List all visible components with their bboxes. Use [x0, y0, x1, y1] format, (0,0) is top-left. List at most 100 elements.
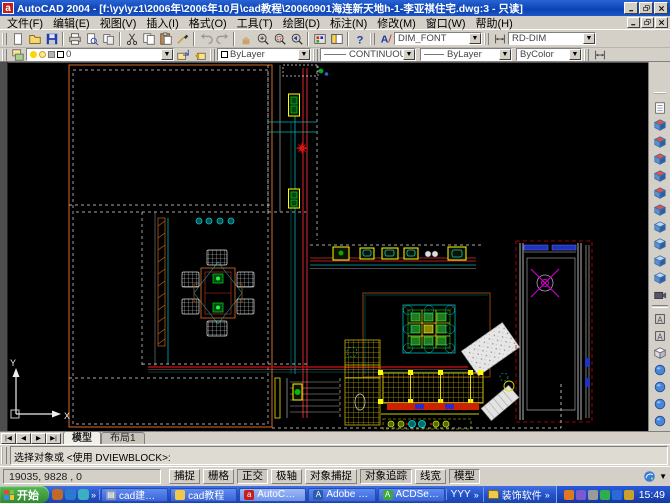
toggle-polar[interactable]: 极轴 [271, 469, 302, 484]
toggle-model[interactable]: 模型 [449, 469, 480, 484]
ql-messenger-icon[interactable] [65, 489, 76, 500]
restore-button[interactable] [639, 2, 653, 14]
tray-1-icon[interactable] [564, 490, 574, 500]
linear-dimension-button[interactable] [591, 47, 608, 63]
yyy-toolbar[interactable]: YYY» [446, 489, 483, 500]
toggle-otrack[interactable]: 对象追踪 [360, 469, 412, 484]
tray-6-icon[interactable] [624, 490, 634, 500]
hidden-button[interactable] [651, 344, 669, 361]
left-view-button[interactable] [651, 150, 669, 167]
open-button[interactable] [26, 31, 43, 47]
menu-item-insert[interactable]: 插入(I) [141, 15, 183, 31]
toolbar-grip[interactable] [654, 92, 666, 96]
se-isometric-button[interactable] [651, 235, 669, 252]
menu-item-format[interactable]: 格式(O) [184, 15, 232, 31]
match-properties-button[interactable] [174, 31, 191, 47]
task-cad-modeling-tutorial[interactable]: ▤cad建模教程... [101, 488, 168, 502]
command-lines[interactable]: 选择对象或 <使用 DVIEWBLOCK>: [10, 446, 668, 465]
zoom-realtime-button[interactable] [254, 31, 271, 47]
chevron-down-icon[interactable]: ▼ [499, 49, 511, 60]
command-prompt[interactable]: 选择对象或 <使用 DVIEWBLOCK>: [14, 454, 664, 464]
toggle-ortho[interactable]: 正交 [237, 469, 268, 484]
task-adobe-photoshop[interactable]: AAdobe Photo... [308, 488, 375, 502]
redo-button[interactable] [214, 31, 231, 47]
pan-realtime-button[interactable] [237, 31, 254, 47]
toolbar-grip[interactable] [584, 49, 589, 61]
linetype-dropdown[interactable]: CONTINUOUS ▼ [320, 48, 416, 61]
dim-style-dropdown[interactable]: RD-DIM ▼ [508, 32, 596, 45]
tray-3-icon[interactable] [588, 490, 598, 500]
paste-button[interactable] [157, 31, 174, 47]
publish-button[interactable] [100, 31, 117, 47]
quick-launch-chevron-icon[interactable]: » [91, 490, 96, 500]
toggle-lwt[interactable]: 线宽 [415, 469, 446, 484]
new-button[interactable] [9, 31, 26, 47]
color-dropdown[interactable]: ByLayer ▼ [217, 48, 311, 61]
chevron-down-icon[interactable]: ▼ [583, 33, 595, 44]
plot-style-dropdown[interactable]: ByColor ▼ [516, 48, 582, 61]
menu-item-help[interactable]: 帮助(H) [471, 15, 518, 31]
menu-item-window[interactable]: 窗口(W) [421, 15, 471, 31]
command-window-grip[interactable] [1, 447, 7, 464]
menu-item-view[interactable]: 视图(V) [95, 15, 142, 31]
preview-button[interactable] [83, 31, 100, 47]
chevron-down-icon[interactable]: ▼ [469, 33, 481, 44]
right-view-button[interactable] [651, 167, 669, 184]
toolbar-grip[interactable] [2, 33, 7, 45]
start-button[interactable]: 开始 [0, 486, 49, 503]
ne-isometric-button[interactable] [651, 252, 669, 269]
lineweight-dropdown[interactable]: ByLayer ▼ [420, 48, 512, 61]
menu-item-edit[interactable]: 编辑(E) [48, 15, 95, 31]
toggle-osnap[interactable]: 对象捕捉 [305, 469, 357, 484]
prev-tab-button[interactable]: ◀ [16, 433, 31, 444]
sw-isometric-button[interactable] [651, 218, 669, 235]
task-cad-tutorial-folder[interactable]: cad教程 [170, 488, 237, 502]
layer-dropdown[interactable]: 0 ▼ [26, 48, 174, 61]
communication-center-icon[interactable] [643, 470, 656, 483]
save-button[interactable] [43, 31, 60, 47]
flat-shaded-button[interactable] [651, 361, 669, 378]
mdi-close-button[interactable] [655, 17, 668, 28]
layer-previous-button[interactable] [191, 47, 208, 63]
decor-software-toolbar[interactable]: 装饰软件» [483, 487, 554, 502]
flat-edges-button[interactable] [651, 395, 669, 412]
named-views-button[interactable] [651, 99, 669, 116]
menu-item-tools[interactable]: 工具(T) [232, 15, 278, 31]
make-object-layer-current-button[interactable] [174, 47, 191, 63]
front-view-button[interactable] [651, 184, 669, 201]
toggle-snap[interactable]: 捕捉 [169, 469, 200, 484]
menu-item-draw[interactable]: 绘图(D) [278, 15, 325, 31]
drawing-area[interactable]: Y X AA [0, 62, 670, 431]
chevron-down-icon[interactable]: ▼ [298, 49, 310, 60]
menu-item-dimension[interactable]: 标注(N) [325, 15, 372, 31]
toolbar-grip[interactable] [2, 49, 7, 61]
gouraud-shaded-button[interactable] [651, 378, 669, 395]
tray-5-icon[interactable] [612, 490, 622, 500]
3d-wireframe-button[interactable]: A [651, 327, 669, 344]
menu-item-file[interactable]: 文件(F) [2, 15, 48, 31]
minimize-button[interactable] [624, 2, 638, 14]
toolbar-chevron-icon[interactable]: » [545, 490, 550, 500]
toolbar-grip[interactable] [210, 49, 215, 61]
menu-item-modify[interactable]: 修改(M) [372, 15, 421, 31]
toolbar-grip[interactable] [370, 33, 375, 45]
nw-isometric-button[interactable] [651, 269, 669, 286]
ql-media-icon[interactable] [78, 489, 89, 500]
2d-wireframe-button[interactable]: A [651, 310, 669, 327]
chevron-down-icon[interactable]: ▼ [403, 49, 415, 60]
close-button[interactable] [654, 2, 668, 14]
tab-model[interactable]: 模型 [63, 431, 101, 444]
design-center-button[interactable] [328, 31, 345, 47]
toolbar-grip[interactable] [484, 33, 489, 45]
task-autocad[interactable]: aAutoCAD 200... [239, 488, 306, 502]
coordinate-display[interactable]: 19035, 9828 , 0 [3, 469, 161, 484]
chevron-down-icon[interactable]: ▼ [161, 49, 173, 60]
tray-2-icon[interactable] [576, 490, 586, 500]
properties-button[interactable] [311, 31, 328, 47]
toolbar-chevron-icon[interactable]: » [474, 490, 479, 500]
layer-manager-button[interactable] [9, 47, 26, 63]
copy-button[interactable] [140, 31, 157, 47]
help-button[interactable]: ? [351, 31, 368, 47]
cut-button[interactable] [123, 31, 140, 47]
camera-button[interactable] [651, 286, 669, 303]
